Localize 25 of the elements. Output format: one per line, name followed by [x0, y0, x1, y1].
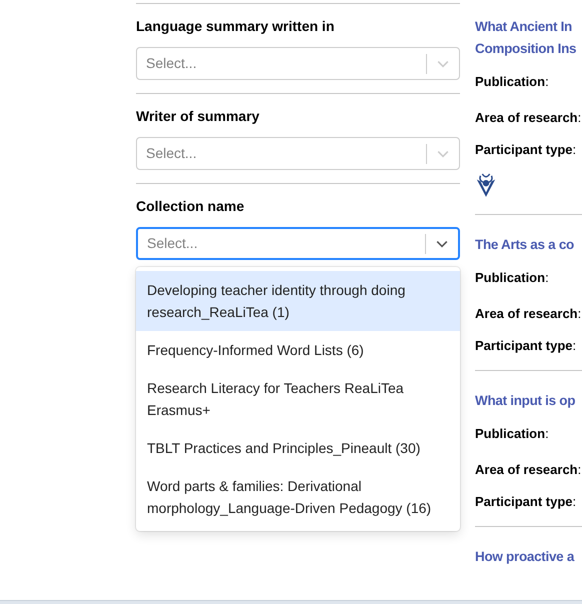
select-field[interactable]: Select...: [136, 227, 460, 260]
field-label: Publication:: [475, 74, 550, 90]
field-label: Area of research:: [475, 306, 582, 322]
filter-label: Collection name: [136, 197, 246, 215]
dropdown-option[interactable]: Word parts & families: Derivational morphology_Language-Driven Pedagogy (16): [136, 467, 460, 527]
field-label: Participant type:: [475, 494, 578, 510]
field-label: Area of research:: [475, 462, 582, 478]
field-label: Publication:: [475, 270, 550, 286]
field-label: Area of research:: [475, 110, 582, 126]
dropdown-option[interactable]: Research Literacy for Teachers ReaLiTea Erasmus+: [136, 369, 460, 429]
result-title-link[interactable]: What Ancient In: [475, 16, 582, 38]
dropdown-option[interactable]: TBLT Practices and Principles_Pineault (30): [136, 429, 460, 467]
filter-label: Language summary written in: [136, 17, 336, 35]
result-title-link[interactable]: The Arts as a co: [475, 234, 582, 256]
result-title-link[interactable]: What input is op: [475, 390, 582, 412]
result-title-link[interactable]: Composition Ins: [475, 38, 582, 60]
field-label: Publication:: [475, 426, 550, 442]
field-label: Participant type:: [475, 338, 578, 354]
dropdown-option[interactable]: Developing teacher identity through doing research_ReaLiTea (1): [136, 271, 460, 331]
dropdown-option[interactable]: Frequency-Informed Word Lists (6): [136, 331, 460, 369]
select-field[interactable]: Select...: [136, 137, 460, 170]
filter-label: Writer of summary: [136, 107, 260, 125]
field-label: Participant type:: [475, 142, 578, 158]
result-title-link[interactable]: How proactive a: [475, 546, 582, 568]
select-field[interactable]: Select...: [136, 47, 460, 80]
